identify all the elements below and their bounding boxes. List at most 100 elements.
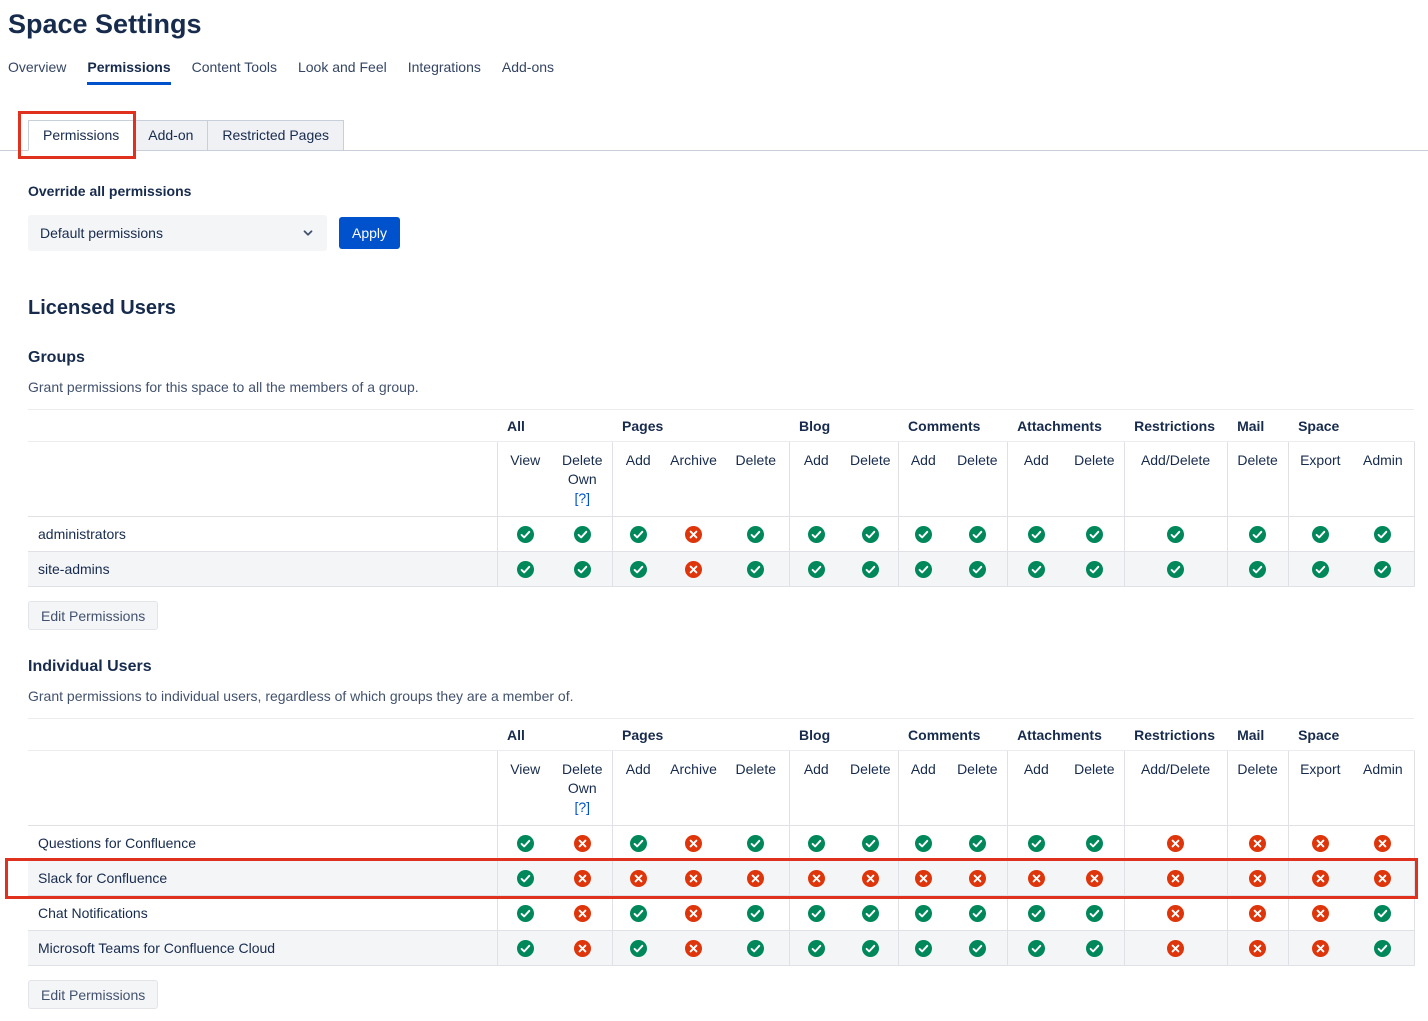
check-circle-icon [808, 526, 825, 543]
perm-cell [497, 552, 553, 587]
perm-cell [1352, 931, 1414, 966]
nav-tab-permissions[interactable]: Permissions [87, 58, 170, 85]
column-group-restrictions: Restrictions [1124, 719, 1227, 751]
column-group-blog: Blog [789, 410, 898, 442]
check-circle-icon [747, 905, 764, 922]
check-circle-icon [862, 905, 879, 922]
apply-button[interactable]: Apply [339, 217, 400, 249]
group-name-row: administrators [28, 517, 1414, 552]
column-group-mail: Mail [1227, 719, 1288, 751]
user-name-row: Chat Notifications [28, 896, 1414, 931]
nav-tab-overview[interactable]: Overview [8, 58, 66, 82]
check-circle-icon [1086, 526, 1103, 543]
check-circle-icon [1312, 561, 1329, 578]
perm-cell [553, 861, 612, 896]
check-circle-icon [862, 526, 879, 543]
column-header-delete: Delete [723, 442, 789, 517]
cross-circle-icon [574, 870, 591, 887]
perm-cell [553, 517, 612, 552]
perm-cell [1124, 552, 1227, 587]
individual-users-description: Grant permissions to individual users, r… [28, 688, 1428, 704]
check-circle-icon [915, 561, 932, 578]
check-circle-icon [1028, 835, 1045, 852]
override-permissions-select[interactable]: Default permissions [28, 215, 327, 251]
nav-tab-content-tools[interactable]: Content Tools [192, 58, 277, 82]
column-header-export: Export [1288, 442, 1352, 517]
cross-circle-icon [862, 870, 879, 887]
perm-cell [553, 896, 612, 931]
perm-cell [1007, 931, 1065, 966]
delete-own-help-link[interactable]: [?] [574, 490, 590, 506]
perm-cell [1227, 896, 1288, 931]
cross-circle-icon [1249, 870, 1266, 887]
perm-cell [664, 931, 723, 966]
subtab-restricted-pages[interactable]: Restricted Pages [207, 120, 344, 151]
column-header-add: Add [789, 751, 843, 826]
perm-cell [1007, 826, 1065, 861]
subtab-add-on[interactable]: Add-on [133, 120, 208, 151]
user-name: Slack for Confluence [28, 861, 497, 896]
perm-cell [1227, 552, 1288, 587]
check-circle-icon [969, 835, 986, 852]
subtab-permissions[interactable]: Permissions [28, 120, 134, 151]
delete-own-help-link[interactable]: [?] [574, 799, 590, 815]
nav-tab-add-ons[interactable]: Add-ons [502, 58, 554, 82]
perm-cell [843, 552, 898, 587]
check-circle-icon [1086, 561, 1103, 578]
check-circle-icon [1249, 561, 1266, 578]
column-header-delete: Delete [1065, 751, 1124, 826]
check-circle-icon [969, 940, 986, 957]
perm-cell [1007, 552, 1065, 587]
perm-cell [612, 517, 664, 552]
check-circle-icon [969, 561, 986, 578]
perm-cell [553, 931, 612, 966]
cross-circle-icon [685, 870, 702, 887]
check-circle-icon [915, 905, 932, 922]
perm-cell [664, 861, 723, 896]
check-circle-icon [747, 526, 764, 543]
cross-circle-icon [1312, 835, 1329, 852]
column-header-view: View [497, 751, 553, 826]
page-title: Space Settings [8, 8, 1428, 40]
check-circle-icon [1028, 561, 1045, 578]
nav-tab-integrations[interactable]: Integrations [408, 58, 481, 82]
column-header-add: Add [898, 442, 948, 517]
check-circle-icon [808, 835, 825, 852]
check-circle-icon [574, 561, 591, 578]
column-header-archive: Archive [664, 442, 723, 517]
cross-circle-icon [685, 561, 702, 578]
group-name-row: site-admins [28, 552, 1414, 587]
column-header-delete: Delete [1227, 751, 1288, 826]
check-circle-icon [1374, 940, 1391, 957]
perm-cell [664, 517, 723, 552]
column-group-all: All [497, 410, 612, 442]
perm-cell [1288, 517, 1352, 552]
user-name: Questions for Confluence [28, 826, 497, 861]
column-header-add-delete: Add/Delete [1124, 442, 1227, 517]
cross-circle-icon [1374, 835, 1391, 852]
cross-circle-icon [1249, 940, 1266, 957]
perm-cell [1288, 931, 1352, 966]
column-group-pages: Pages [612, 410, 789, 442]
perm-cell [843, 861, 898, 896]
perm-cell [843, 826, 898, 861]
column-header-delete: Delete [843, 442, 898, 517]
edit-permissions-button[interactable]: Edit Permissions [28, 980, 158, 1009]
perm-cell [1065, 931, 1124, 966]
cross-circle-icon [1312, 870, 1329, 887]
column-header-delete-own: Delete Own[?] [553, 751, 612, 826]
check-circle-icon [862, 835, 879, 852]
individual-users-heading: Individual Users [28, 657, 1428, 676]
nav-tab-look-and-feel[interactable]: Look and Feel [298, 58, 387, 82]
cross-circle-icon [969, 870, 986, 887]
perm-cell [789, 826, 843, 861]
check-circle-icon [969, 905, 986, 922]
licensed-users-heading: Licensed Users [28, 296, 1428, 320]
perm-cell [1065, 552, 1124, 587]
check-circle-icon [862, 561, 879, 578]
column-header-delete-own: Delete Own[?] [553, 442, 612, 517]
check-circle-icon [1086, 940, 1103, 957]
check-circle-icon [1374, 905, 1391, 922]
edit-permissions-button[interactable]: Edit Permissions [28, 601, 158, 630]
perm-cell [553, 552, 612, 587]
